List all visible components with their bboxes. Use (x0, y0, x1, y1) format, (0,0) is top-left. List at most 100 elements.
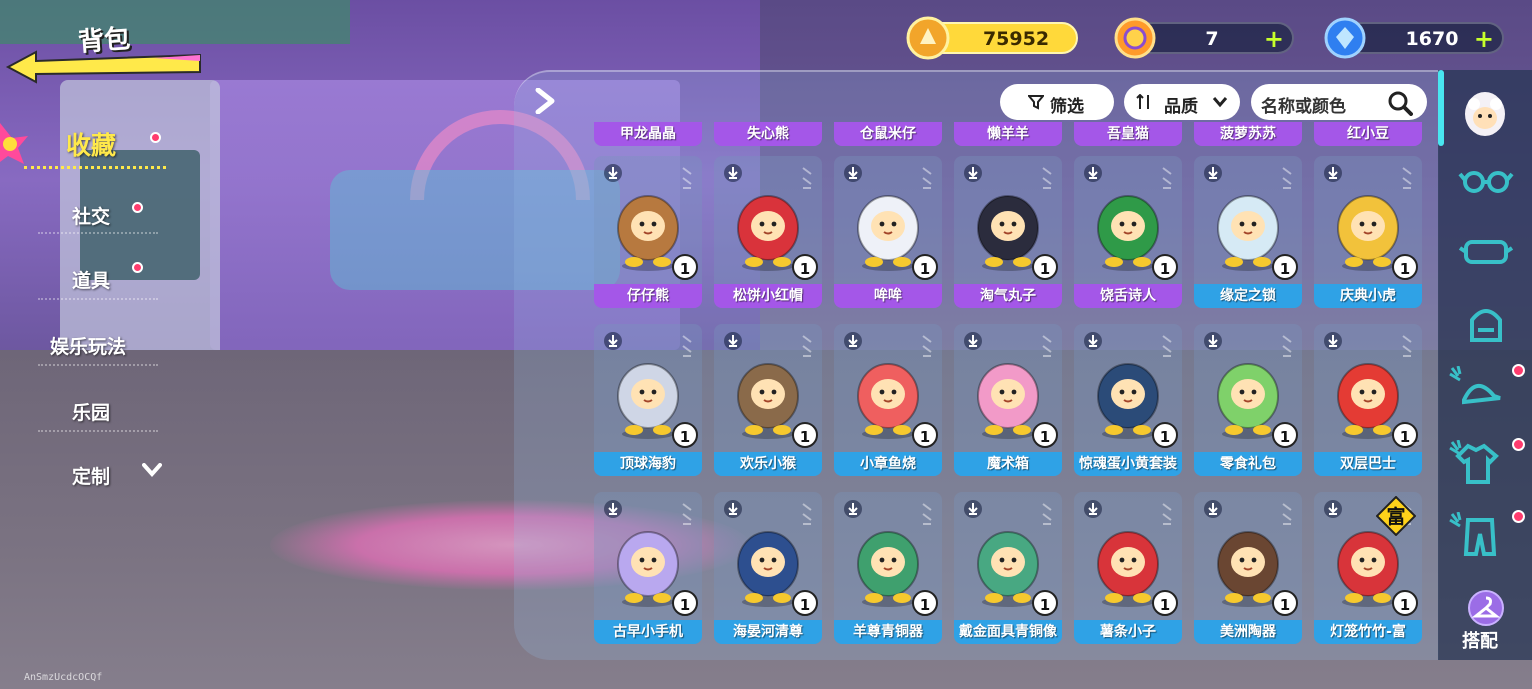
pants-tab-icon[interactable] (1446, 512, 1502, 556)
item-name: 海晏河清尊 (714, 620, 822, 644)
chevron-down-icon (1212, 97, 1228, 108)
item-card[interactable]: 1 薯条小子 (1074, 492, 1182, 644)
item-card[interactable]: 菠萝苏苏 (1194, 122, 1302, 146)
dress-up-label: 搭配 (1462, 631, 1498, 652)
item-card[interactable]: 1 羊尊青铜器 (834, 492, 942, 644)
item-card[interactable]: 1 庆典小虎 (1314, 156, 1422, 308)
item-name: 零食礼包 (1194, 452, 1302, 476)
item-name: 双层巴士 (1314, 452, 1422, 476)
sort-quality-button[interactable]: 品质 (1124, 84, 1240, 120)
hat-tab-icon[interactable] (1446, 366, 1502, 410)
notification-dot (1512, 364, 1525, 377)
menu-active-underline (24, 166, 166, 169)
item-count: 1 (1032, 422, 1058, 448)
sort-icon (1136, 94, 1149, 109)
item-name: 小章鱼烧 (834, 452, 942, 476)
item-name: 缘定之锁 (1194, 284, 1302, 308)
item-card[interactable]: 1 美洲陶器 (1194, 492, 1302, 644)
item-name: 菠萝苏苏 (1194, 122, 1302, 146)
collapse-panel-icon[interactable] (534, 88, 556, 114)
page-title: 背包 (77, 24, 132, 58)
search-icon[interactable] (1387, 90, 1413, 116)
item-count: 1 (1152, 590, 1178, 616)
notification-dot (150, 132, 161, 143)
menu-item-entertainment[interactable]: 娱乐玩法 (0, 326, 180, 366)
menu-divider (38, 430, 158, 432)
item-card[interactable]: 1 惊魂蛋小黄套装 (1074, 324, 1182, 476)
item-card[interactable]: 1 欢乐小猴 (714, 324, 822, 476)
search-input[interactable]: 名称或颜色 (1261, 92, 1346, 117)
item-card[interactable]: 吾皇猫 (1074, 122, 1182, 146)
avatar-tab-icon[interactable] (1460, 86, 1510, 140)
item-card[interactable]: 1 小章鱼烧 (834, 324, 942, 476)
glasses-tab-icon[interactable] (1458, 160, 1514, 204)
search-box[interactable]: 名称或颜色 (1251, 84, 1427, 120)
item-name: 惊魂蛋小黄套装 (1074, 452, 1182, 476)
item-name: 戴金面具青铜像 (954, 620, 1062, 644)
item-name: 薯条小子 (1074, 620, 1182, 644)
item-name: 灯笼竹竹-富 (1314, 620, 1422, 644)
add-tickets-button[interactable]: + (1264, 27, 1284, 51)
item-name: 懒羊羊 (954, 122, 1062, 146)
item-card[interactable]: 失心熊 (714, 122, 822, 146)
item-count: 1 (1152, 422, 1178, 448)
item-card[interactable]: 富 1 灯笼竹竹-富 (1314, 492, 1422, 644)
item-count: 1 (672, 590, 698, 616)
item-card[interactable]: 1 顶球海豹 (594, 324, 702, 476)
menu-item-park[interactable]: 乐园 (0, 392, 180, 432)
item-card[interactable]: 1 饶舌诗人 (1074, 156, 1182, 308)
item-name: 哞哞 (834, 284, 942, 308)
chevron-down-icon[interactable] (142, 463, 162, 477)
item-card[interactable]: 懒羊羊 (954, 122, 1062, 146)
menu-item-social[interactable]: 社交 (0, 196, 180, 236)
item-count: 1 (1272, 590, 1298, 616)
item-count: 1 (1032, 590, 1058, 616)
item-name: 羊尊青铜器 (834, 620, 942, 644)
top-clothes-tab-icon[interactable] (1446, 440, 1502, 484)
item-card[interactable]: 1 戴金面具青铜像 (954, 492, 1062, 644)
item-count: 1 (792, 422, 818, 448)
item-name: 庆典小虎 (1314, 284, 1422, 308)
item-count: 1 (792, 254, 818, 280)
fortune-badge-icon: 富 (1376, 496, 1416, 536)
item-card[interactable]: 1 缘定之锁 (1194, 156, 1302, 308)
item-name: 红小豆 (1314, 122, 1422, 146)
item-card[interactable]: 1 古早小手机 (594, 492, 702, 644)
menu-item-props[interactable]: 道具 (0, 260, 180, 300)
gold-coin-icon (906, 16, 950, 60)
menu-item-collection[interactable]: 收藏 (0, 122, 180, 162)
item-count: 1 (912, 590, 938, 616)
item-card[interactable]: 1 零食礼包 (1194, 324, 1302, 476)
item-name: 甲龙晶晶 (594, 122, 702, 146)
item-card[interactable]: 1 双层巴士 (1314, 324, 1422, 476)
notification-dot (1512, 510, 1525, 523)
menu-divider (38, 364, 158, 366)
item-count: 1 (912, 422, 938, 448)
filter-button[interactable]: 筛选 (1000, 84, 1114, 120)
notification-dot (132, 262, 143, 273)
add-gems-button[interactable]: + (1474, 27, 1494, 51)
item-card[interactable]: 1 松饼小红帽 (714, 156, 822, 308)
item-card[interactable]: 1 魔术箱 (954, 324, 1062, 476)
item-card[interactable]: 1 海晏河清尊 (714, 492, 822, 644)
item-card[interactable]: 红小豆 (1314, 122, 1422, 146)
item-card[interactable]: 1 哞哞 (834, 156, 942, 308)
item-name: 饶舌诗人 (1074, 284, 1182, 308)
item-count: 1 (1392, 590, 1418, 616)
menu-divider (38, 232, 158, 234)
item-name: 仔仔熊 (594, 284, 702, 308)
item-grid: 甲龙晶晶 失心熊 仓鼠米仔 懒羊羊 吾皇猫 菠萝苏苏 红小豆 1 仔仔熊 1 松饼小红帽 1 哞哞 1 淘气… (594, 122, 1434, 652)
item-name: 淘气丸子 (954, 284, 1062, 308)
item-card[interactable]: 甲龙晶晶 (594, 122, 702, 146)
item-card[interactable]: 1 淘气丸子 (954, 156, 1062, 308)
item-count: 1 (1392, 422, 1418, 448)
filter-icon (1028, 95, 1044, 110)
backpack-tab-icon[interactable] (1458, 300, 1514, 344)
item-name: 松饼小红帽 (714, 284, 822, 308)
item-card[interactable]: 仓鼠米仔 (834, 122, 942, 146)
user-id-watermark: AnSmzUcdcOCQf (24, 672, 103, 683)
item-card[interactable]: 1 仔仔熊 (594, 156, 702, 308)
face-accessory-tab-icon[interactable] (1458, 230, 1514, 274)
gem-coin-icon (1324, 17, 1366, 59)
menu-divider (38, 298, 158, 300)
